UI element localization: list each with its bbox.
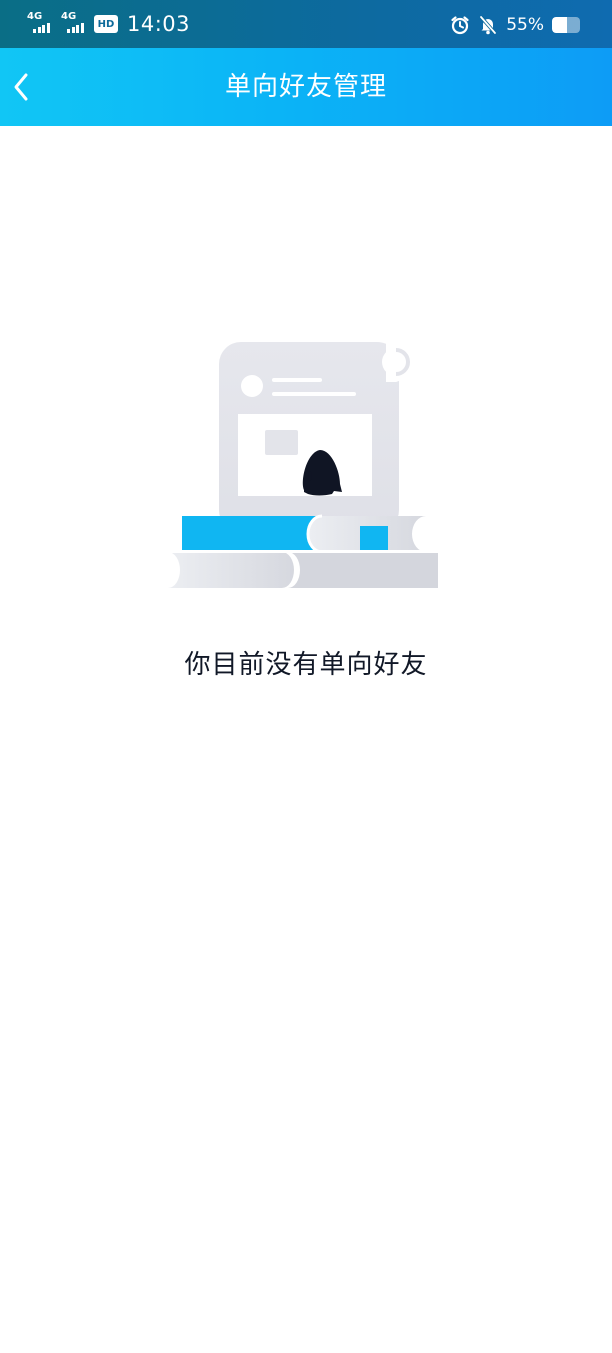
gray-book-right xyxy=(288,552,438,588)
network-type-2: 4G xyxy=(61,11,77,22)
battery-percent: 55% xyxy=(506,15,544,35)
status-bar: 4G 4G HD 14:03 55% xyxy=(0,0,612,48)
chat-bubble-placeholder xyxy=(265,430,298,455)
navigation-bar: 单向好友管理 xyxy=(0,48,612,126)
network-type-1: 4G xyxy=(27,11,43,22)
mute-icon xyxy=(479,15,497,35)
battery-icon xyxy=(552,17,580,33)
page-title: 单向好友管理 xyxy=(224,72,387,102)
avatar-placeholder xyxy=(241,375,263,397)
empty-state-message: 你目前没有单向好友 xyxy=(184,650,428,680)
chevron-left-icon xyxy=(14,73,28,101)
alarm-icon xyxy=(451,16,469,35)
status-bar-right: 55% xyxy=(450,11,580,39)
screen: 4G 4G HD 14:03 55% 单向好友管理 你目前没有单向好友 xyxy=(0,0,612,1353)
status-bar-left: 4G 4G HD 14:03 xyxy=(26,10,190,38)
signal-icon: 4G xyxy=(26,12,54,36)
battery-level xyxy=(552,17,568,33)
back-button[interactable] xyxy=(4,68,38,106)
empty-scroll-books-illustration xyxy=(166,341,440,588)
blue-book xyxy=(182,516,322,552)
signal-icon: 4G xyxy=(60,12,88,36)
status-time: 14:03 xyxy=(127,12,191,36)
gray-book-left xyxy=(168,552,294,588)
hd-voice-badge: HD xyxy=(94,15,118,33)
